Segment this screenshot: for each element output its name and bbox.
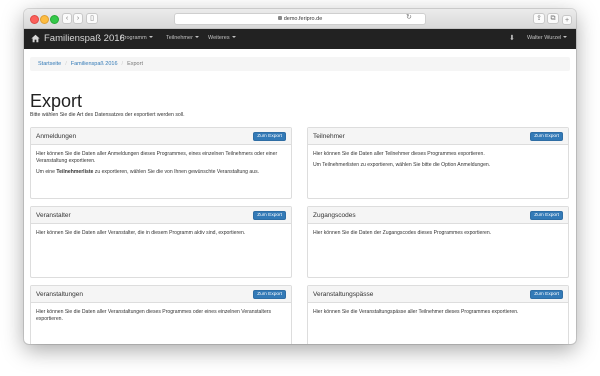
panel-heading: Teilnehmer Zum Export [308,128,568,145]
panel-text-2: Um Teilnehmerlisten zu exportieren, wähl… [313,162,491,168]
panel-text-part: zu exportieren, wählen Sie die von Ihnen… [93,169,260,175]
app-navbar: Familienspaß 2016 Programm Teilnehmer We… [24,29,576,49]
export-veranstaltungspaesse-button[interactable]: Zum Export [530,290,563,299]
panel-title: Veranstaltungen [36,291,83,298]
panel-text: Hier können Sie die Daten der Zugangscod… [313,230,492,236]
home-icon[interactable] [31,34,40,43]
close-window-button[interactable] [30,15,39,24]
panel-body: Hier können Sie die Daten der Zugangscod… [308,224,568,247]
nav-programm[interactable]: Programm [121,34,153,43]
panel-heading: Veranstalter Zum Export [31,207,291,224]
export-zugangscodes-button[interactable]: Zum Export [530,211,563,220]
chevron-down-icon [148,36,153,38]
browser-toolbar: ‹ › ▯ demo.feripro.de ↻ ⇪ ⧉ + [24,9,576,29]
panel-heading: Anmeldungen Zum Export [31,128,291,145]
nav-weiteres-label: Weiteres [208,35,230,41]
panel-body: Hier können Sie die Daten aller Veransta… [31,224,291,247]
panel-text: Hier können Sie die Daten aller Veransta… [36,230,246,236]
chevron-down-icon [563,36,568,38]
panel-teilnehmer: Teilnehmer Zum Export Hier können Sie di… [307,127,569,199]
page-title: Export [30,91,83,111]
panel-veranstaltungen: Veranstaltungen Zum Export Hier können S… [30,285,292,344]
panel-text: Hier können Sie die Veranstaltungspässe … [313,309,519,315]
tabs-icon[interactable]: ⧉ [547,13,559,24]
export-veranstalter-button[interactable]: Zum Export [253,211,286,220]
browser-window: ‹ › ▯ demo.feripro.de ↻ ⇪ ⧉ + Familiensp… [24,9,576,344]
new-tab-icon[interactable]: + [562,15,572,25]
breadcrumb-programm[interactable]: Familienspaß 2016 [71,61,118,67]
back-icon[interactable]: ‹ [62,13,72,24]
zoom-window-button[interactable] [50,15,59,24]
panel-veranstaltungspaesse: Veranstaltungspässe Zum Export Hier könn… [307,285,569,344]
chevron-down-icon [231,36,236,38]
panel-body: Hier können Sie die Daten aller Anmeldun… [31,145,291,186]
panel-text-bold: Teilnehmerliste [56,169,94,175]
nav-teilnehmer-label: Teilnehmer [166,35,193,41]
panel-text: Hier können Sie die Daten aller Teilnehm… [313,151,485,157]
brand-title[interactable]: Familienspaß 2016 [44,32,125,45]
panel-title: Teilnehmer [313,133,345,140]
panel-body: Hier können Sie die Daten aller Veransta… [31,303,291,333]
panel-text: Hier können Sie die Daten aller Veransta… [36,309,272,322]
page-intro: Bitte wählen Sie die Art des Datensatzes… [30,112,185,118]
minimize-window-button[interactable] [40,15,49,24]
breadcrumb: Startseite / Familienspaß 2016/Export [30,57,570,71]
user-menu[interactable]: Walter Wurzel [527,34,568,43]
panel-text: Hier können Sie die Daten aller Anmeldun… [36,151,278,164]
panel-title: Anmeldungen [36,133,77,140]
breadcrumb-separator: / [65,61,67,67]
address-bar[interactable]: demo.feripro.de [174,13,426,25]
panel-title: Veranstaltungspässe [313,291,374,298]
address-text: demo.feripro.de [283,16,323,22]
reload-icon[interactable]: ↻ [406,14,412,22]
share-icon[interactable]: ⇪ [533,13,545,24]
panel-heading: Veranstaltungspässe Zum Export [308,286,568,303]
nav-weiteres[interactable]: Weiteres [208,34,236,43]
download-icon[interactable]: ⬇ [509,34,515,43]
nav-programm-label: Programm [121,35,147,41]
panel-title: Zugangscodes [313,212,356,219]
breadcrumb-startseite[interactable]: Startseite [38,61,61,67]
user-name: Walter Wurzel [527,35,562,41]
breadcrumb-current: Export [127,61,143,67]
panel-anmeldungen: Anmeldungen Zum Export Hier können Sie d… [30,127,292,199]
lock-icon [277,16,282,20]
panel-heading: Zugangscodes Zum Export [308,207,568,224]
panel-body: Hier können Sie die Veranstaltungspässe … [308,303,568,326]
export-teilnehmer-button[interactable]: Zum Export [530,132,563,141]
panel-zugangscodes: Zugangscodes Zum Export Hier können Sie … [307,206,569,278]
export-anmeldungen-button[interactable]: Zum Export [253,132,286,141]
chevron-down-icon [194,36,199,38]
nav-teilnehmer[interactable]: Teilnehmer [166,34,199,43]
panel-title: Veranstalter [36,212,71,219]
panel-heading: Veranstaltungen Zum Export [31,286,291,303]
forward-icon[interactable]: › [73,13,83,24]
panel-veranstalter: Veranstalter Zum Export Hier können Sie … [30,206,292,278]
panel-text-2: Um eine Teilnehmerliste zu exportieren, … [36,169,286,176]
panel-body: Hier können Sie die Daten aller Teilnehm… [308,145,568,179]
panel-text-part: Um eine [36,169,57,175]
breadcrumb-separator: / [121,61,124,67]
sidebar-icon[interactable]: ▯ [86,13,98,24]
export-veranstaltungen-button[interactable]: Zum Export [253,290,286,299]
